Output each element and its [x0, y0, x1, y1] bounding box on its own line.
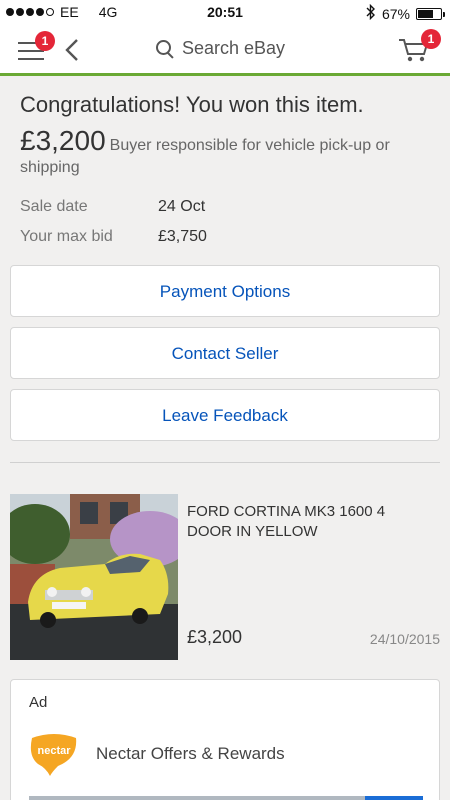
item-card[interactable]: FORD CORTINA MK3 1600 4 DOOR IN YELLOW £… [0, 483, 450, 668]
max-bid-label: Your max bid [20, 228, 113, 245]
item-price: £3,200 [187, 627, 243, 647]
menu-notification-badge: 1 [35, 31, 55, 51]
sale-date-value: 24 Oct [158, 198, 206, 215]
ad-label: Ad [29, 694, 48, 711]
battery-percent: 67% [381, 5, 410, 22]
svg-text:nectar: nectar [37, 745, 71, 757]
search-icon [156, 39, 174, 58]
cart-notification-badge: 1 [421, 29, 441, 49]
search-placeholder: Search eBay [182, 38, 286, 58]
ad-text[interactable]: Nectar Offers & Rewards [96, 744, 285, 764]
max-bid-value: £3,750 [158, 228, 207, 245]
back-arrow-icon[interactable] [64, 38, 80, 67]
bluetooth-icon [366, 3, 376, 23]
search-bar[interactable]: Search eBay [156, 38, 285, 59]
section-divider [10, 462, 440, 463]
sale-date-row: Sale date 24 Oct [20, 198, 205, 216]
battery-icon [416, 7, 445, 20]
sale-date-label: Sale date [20, 198, 88, 215]
item-end-date: 24/10/2015 [369, 631, 440, 647]
winning-price-line: £3,200 Buyer responsible for vehicle pick… [20, 127, 430, 179]
item-photo[interactable] [10, 494, 178, 660]
payment-options-button[interactable]: Payment Options [10, 265, 440, 317]
won-item-headline: Congratulations! You won this item. [20, 92, 364, 117]
top-navigation-bar: 1 Search eBay 1 [0, 26, 450, 76]
winning-price: £3,200 [20, 125, 106, 156]
max-bid-row: Your max bid £3,750 [20, 228, 207, 246]
contact-seller-button[interactable]: Contact Seller [10, 327, 440, 379]
ad-banner-preview [29, 796, 423, 800]
nectar-logo-icon: nectar [28, 732, 80, 776]
ad-card[interactable]: Ad nectar Nectar Offers & Rewards [10, 679, 440, 800]
leave-feedback-button[interactable]: Leave Feedback [10, 389, 440, 441]
item-title[interactable]: FORD CORTINA MK3 1600 4 DOOR IN YELLOW [187, 502, 417, 542]
status-bar: EE 4G 20:51 67% [0, 0, 450, 26]
